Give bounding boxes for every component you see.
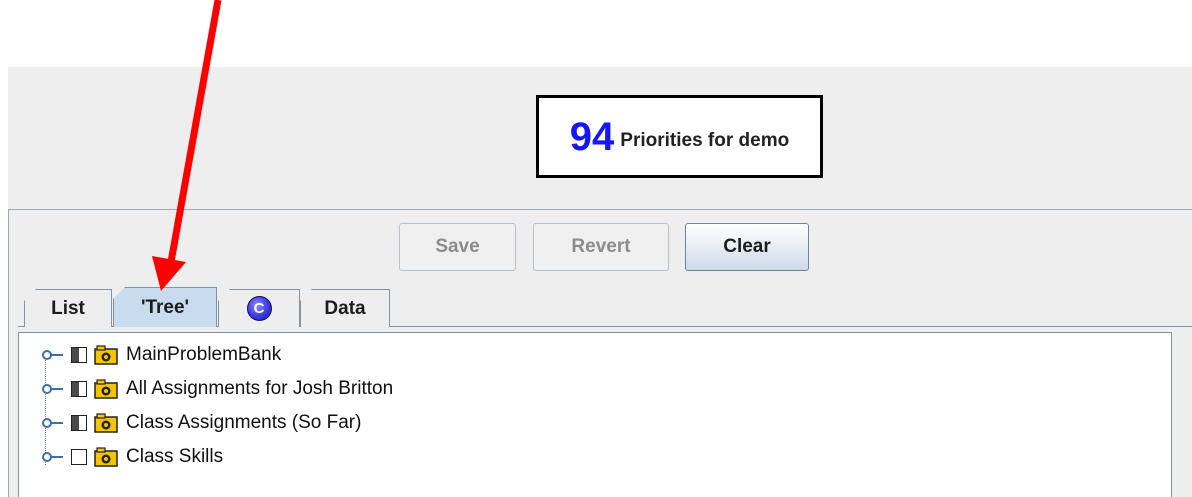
- tree-expand-handle-icon[interactable]: [41, 348, 65, 362]
- partial-checkbox-icon[interactable]: [71, 381, 87, 397]
- tree-item-label: MainProblemBank: [126, 344, 282, 365]
- tree-item-label: Class Assignments (So Far): [126, 412, 362, 433]
- tree-item-label: All Assignments for Josh Britton: [126, 378, 394, 399]
- revert-button[interactable]: Revert: [533, 223, 669, 271]
- tab-data-label: Data: [324, 297, 366, 319]
- save-button[interactable]: Save: [399, 223, 516, 271]
- tree-expand-handle-icon[interactable]: [41, 450, 65, 464]
- tab-tree-label: 'Tree': [140, 296, 190, 318]
- tab-data[interactable]: Data: [300, 289, 390, 327]
- tree-expand-handle-icon[interactable]: [41, 382, 65, 396]
- tree-item[interactable]: Class Assignments (So Far): [19, 409, 1169, 437]
- folder-icon: [94, 379, 118, 399]
- priorities-label: Priorities for demo: [620, 129, 790, 151]
- priorities-count-box: 94 Priorities for demo: [536, 95, 823, 178]
- folder-icon: [94, 345, 118, 365]
- tab-list-label: List: [51, 297, 85, 319]
- tab-list[interactable]: List: [24, 289, 112, 327]
- tree-view[interactable]: MainProblemBank All Assignments for Josh…: [18, 332, 1172, 497]
- c-circle-icon: C: [246, 296, 272, 321]
- tree-item[interactable]: Class Skills: [19, 443, 1169, 471]
- tab-c[interactable]: C: [218, 289, 300, 327]
- tree-expand-handle-icon[interactable]: [41, 416, 65, 430]
- tab-tree[interactable]: 'Tree': [113, 287, 217, 327]
- priorities-count: 94: [569, 114, 615, 159]
- folder-icon: [94, 413, 118, 433]
- partial-checkbox-icon[interactable]: [71, 415, 87, 431]
- partial-checkbox-icon[interactable]: [71, 347, 87, 363]
- checkbox-icon[interactable]: [71, 449, 87, 465]
- tree-item[interactable]: MainProblemBank: [19, 341, 1169, 369]
- folder-icon: [94, 447, 118, 467]
- tree-item[interactable]: All Assignments for Josh Britton: [19, 375, 1169, 403]
- tree-item-label: Class Skills: [126, 446, 224, 467]
- clear-button[interactable]: Clear: [685, 223, 809, 271]
